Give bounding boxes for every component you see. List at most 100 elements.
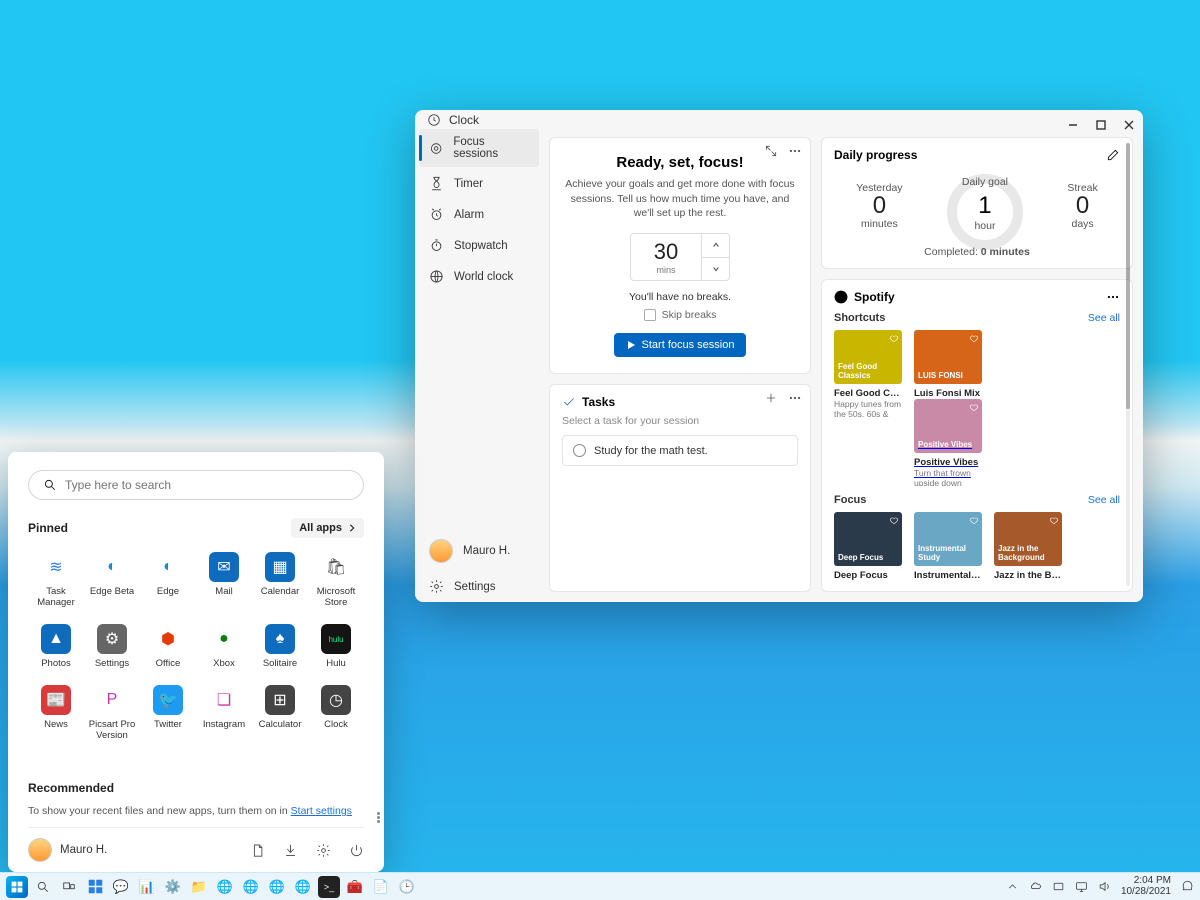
taskbar-app-clock[interactable]: 🕒 (396, 876, 418, 898)
taskbar-widgets[interactable] (84, 876, 106, 898)
sidebar-item-timer[interactable]: Timer (419, 169, 539, 198)
taskbar-app-taskmanager[interactable]: 📊 (136, 876, 158, 898)
app-label: Mail (215, 586, 232, 597)
scrollbar[interactable] (1126, 143, 1130, 586)
pinned-app[interactable]: ❏Instagram (196, 681, 252, 745)
sidebar-user[interactable]: Mauro H. (419, 531, 539, 571)
taskbar-app-settings[interactable]: ⚙️ (162, 876, 184, 898)
sidebar-settings-label: Settings (454, 581, 496, 593)
skip-breaks-checkbox[interactable] (644, 309, 656, 321)
taskbar-app-edgecanary[interactable]: 🌐 (292, 876, 314, 898)
taskbar-search[interactable] (32, 876, 54, 898)
tray-onedrive-icon[interactable] (1029, 880, 1042, 893)
taskbar-chat[interactable]: 💬 (110, 876, 132, 898)
pinned-app[interactable]: 📰News (28, 681, 84, 745)
close-button[interactable] (1115, 110, 1143, 140)
stepper-up[interactable] (702, 234, 729, 258)
heart-icon[interactable] (969, 402, 979, 412)
pinned-app[interactable]: ⚙Settings (84, 620, 140, 673)
more-icon[interactable] (788, 144, 802, 158)
pinned-app[interactable]: ✉Mail (196, 548, 252, 612)
start-user[interactable]: Mauro H. (28, 838, 107, 862)
playlist-tile[interactable]: Jazz in the Background Jazz in the Backg… (994, 512, 1062, 581)
pinned-app[interactable]: ◐Edge Beta (84, 548, 140, 612)
heart-icon[interactable] (969, 333, 979, 343)
stepper-down[interactable] (702, 258, 729, 281)
tray-language-icon[interactable] (1052, 880, 1065, 893)
power-icon[interactable] (349, 843, 364, 858)
playlist-tile[interactable]: Positive Vibes Positive Vibes Turn that … (914, 399, 982, 486)
page-indicator[interactable] (377, 812, 380, 823)
pinned-app[interactable]: PPicsart Pro Version (84, 681, 140, 745)
app-label: Picsart Pro Version (84, 719, 140, 741)
sidebar-settings[interactable]: Settings (419, 571, 539, 602)
downloads-icon[interactable] (283, 843, 298, 858)
app-label: Solitaire (263, 658, 297, 669)
start-button[interactable] (6, 876, 28, 898)
minimize-button[interactable] (1059, 110, 1087, 140)
playlist-sub: Happy tunes from the 50s, 60s & 70s. (834, 399, 902, 417)
pinned-app[interactable]: ⊞Calculator (252, 681, 308, 745)
pinned-app[interactable]: ▦Calendar (252, 548, 308, 612)
playlist-name: Deep Focus (834, 570, 902, 581)
heart-icon[interactable] (1049, 515, 1059, 525)
pinned-app[interactable]: ◷Clock (308, 681, 364, 745)
playlist-tile[interactable]: LUIS FONSI Luis Fonsi Mix Positive Vibes… (914, 330, 982, 486)
taskbar-app-terminal[interactable]: >_ (318, 876, 340, 898)
start-focus-button[interactable]: Start focus session (614, 333, 747, 357)
taskbar-app-notepad[interactable]: 📄 (370, 876, 392, 898)
pinned-app[interactable]: ♠Solitaire (252, 620, 308, 673)
taskbar-app-edge[interactable]: 🌐 (214, 876, 236, 898)
tray-volume-icon[interactable] (1098, 880, 1111, 893)
edit-icon[interactable] (1106, 148, 1120, 162)
taskbar-app-edgedev[interactable]: 🌐 (266, 876, 288, 898)
add-task-icon[interactable] (764, 391, 778, 405)
tray-network-icon[interactable] (1075, 880, 1088, 893)
taskbar-app-edgebeta[interactable]: 🌐 (240, 876, 262, 898)
focus-minutes-stepper[interactable]: 30 mins (630, 233, 730, 281)
pinned-app[interactable]: ▲Photos (28, 620, 84, 673)
taskbar-app-controlpanel[interactable]: 🧰 (344, 876, 366, 898)
start-settings-link[interactable]: Start settings (291, 805, 352, 817)
playlist-tile[interactable]: Deep Focus Deep Focus (834, 512, 902, 581)
taskbar-app-explorer[interactable]: 📁 (188, 876, 210, 898)
task-item[interactable]: Study for the math test. (562, 435, 798, 466)
pinned-app[interactable]: huluHulu (308, 620, 364, 673)
heart-icon[interactable] (969, 515, 979, 525)
start-search[interactable] (28, 470, 364, 500)
tray-clock[interactable]: 2:04 PM 10/28/2021 (1121, 876, 1171, 897)
expand-icon[interactable] (764, 144, 778, 158)
app-label: Calculator (259, 719, 302, 730)
pinned-app[interactable]: 🛍Microsoft Store (308, 548, 364, 612)
playlist-tile[interactable]: Instrumental Study Instrumental Study (914, 512, 982, 581)
more-icon[interactable] (1106, 290, 1120, 304)
all-apps-button[interactable]: All apps (291, 518, 364, 538)
playlist-tile[interactable]: Feel Good Classics Feel Good Classics Ha… (834, 330, 902, 486)
settings-icon[interactable] (316, 843, 331, 858)
taskbar-taskview[interactable] (58, 876, 80, 898)
sidebar-item-focus[interactable]: Focus sessions (419, 129, 539, 167)
start-search-input[interactable] (65, 478, 349, 492)
documents-icon[interactable] (250, 843, 265, 858)
pinned-app[interactable]: 🐦Twitter (140, 681, 196, 745)
clock-titlebar[interactable]: Clock (415, 110, 1143, 129)
tray-notifications-icon[interactable] (1181, 880, 1194, 893)
task-radio[interactable] (573, 444, 586, 457)
tasks-hint: Select a task for your session (562, 415, 798, 427)
playlist-name: Instrumental Study (914, 570, 982, 581)
heart-icon[interactable] (889, 333, 899, 343)
see-all-shortcuts[interactable]: See all (1088, 312, 1120, 324)
sidebar-item-alarm[interactable]: Alarm (419, 200, 539, 229)
heart-icon[interactable] (889, 515, 899, 525)
pinned-app[interactable]: ⬢Office (140, 620, 196, 673)
tray-chevron-icon[interactable] (1006, 880, 1019, 893)
sidebar-item-world[interactable]: World clock (419, 262, 539, 291)
more-icon[interactable] (788, 391, 802, 405)
pinned-app[interactable]: ≋Task Manager (28, 548, 84, 612)
sidebar-item-stopwatch[interactable]: Stopwatch (419, 231, 539, 260)
maximize-button[interactable] (1087, 110, 1115, 140)
app-label: Xbox (213, 658, 235, 669)
see-all-focus[interactable]: See all (1088, 494, 1120, 506)
pinned-app[interactable]: ●Xbox (196, 620, 252, 673)
pinned-app[interactable]: ◐Edge (140, 548, 196, 612)
